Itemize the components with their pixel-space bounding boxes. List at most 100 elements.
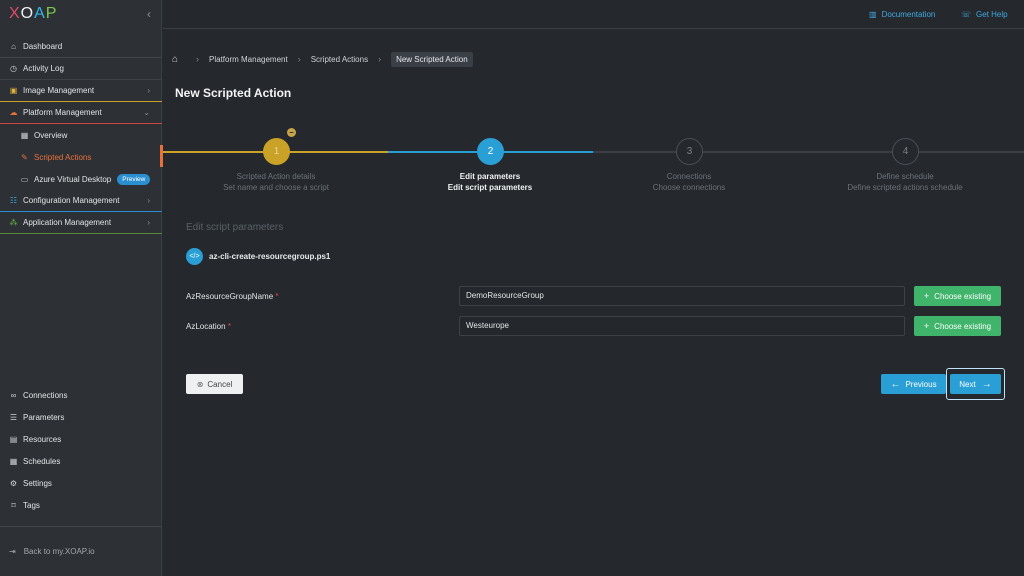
sidebar-item-schedules[interactable]: ▦ Schedules	[0, 450, 162, 472]
sidebar-item-connections[interactable]: ∞ Connections	[0, 384, 162, 406]
previous-button[interactable]: ← Previous	[881, 374, 946, 394]
sidebar-item-label: Overview	[34, 130, 68, 140]
step-number: 1	[273, 146, 280, 157]
sidebar-item-label: Scripted Actions	[34, 152, 92, 162]
stepper: 1 − Scripted Action details Set name and…	[163, 127, 1024, 200]
clock-icon: ◷	[10, 64, 17, 73]
sidebar-item-label: Platform Management	[23, 108, 102, 117]
sidebar-item-application-management[interactable]: ⁂ Application Management ›	[0, 212, 162, 234]
cancel-button[interactable]: ⊗ Cancel	[186, 374, 243, 394]
home-icon: ⌂	[11, 42, 16, 51]
step-title: Edit parameters	[459, 172, 521, 181]
get-help-link[interactable]: ☏ Get Help	[961, 10, 1008, 19]
sidebar-item-configuration-management[interactable]: ☷ Configuration Management ›	[0, 190, 162, 212]
step-1-circle[interactable]: 1	[263, 138, 290, 165]
back-label: Back to my.XOAP.io	[23, 547, 95, 556]
logo-letter: O	[20, 5, 35, 22]
sidebar-item-label: Application Management	[23, 218, 112, 227]
required-marker: *	[227, 322, 231, 331]
sidebar-item-image-management[interactable]: ▣ Image Management ›	[0, 80, 162, 102]
chevron-down-icon: ⌄	[143, 108, 150, 117]
back-to-myxoap-link[interactable]: ⇥ Back to my.XOAP.io	[0, 526, 162, 576]
documentation-label: Documentation	[881, 10, 936, 19]
logo-letter: A	[34, 5, 46, 22]
choose-existing-button[interactable]: + Choose existing	[914, 316, 1001, 336]
documentation-link[interactable]: ▥ Documentation	[869, 10, 935, 19]
field-label-resource-group: AzResourceGroupName *	[186, 292, 279, 301]
field-label-location: AzLocation *	[186, 322, 231, 331]
sidebar-item-overview[interactable]: ▦ Overview	[0, 124, 162, 146]
button-label: Next	[959, 379, 976, 389]
list-icon: ☰	[9, 412, 18, 422]
close-circle-icon: ⊗	[196, 379, 204, 389]
field-label-text: AzLocation	[186, 322, 226, 331]
step-2-circle[interactable]: 2	[477, 138, 504, 165]
sidebar-nav-top: ⌂ Dashboard ◷ Activity Log ▣ Image Manag…	[0, 36, 162, 234]
breadcrumb-current: New Scripted Action	[391, 51, 473, 67]
sidebar-item-dashboard[interactable]: ⌂ Dashboard	[0, 36, 162, 58]
step-subtitle: Define scripted actions schedule	[847, 183, 963, 192]
grid-icon: ▦	[20, 130, 29, 140]
collapse-sidebar-icon[interactable]: ‹	[147, 7, 151, 21]
step-number: 2	[487, 146, 494, 157]
top-bar: ▥ Documentation ☏ Get Help	[163, 0, 1024, 29]
page-title: New Scripted Action	[175, 86, 292, 100]
step-4-label: Define schedule Define scripted actions …	[815, 171, 995, 193]
sidebar-item-tags[interactable]: ⌑ Tags	[0, 494, 162, 516]
step-title: Connections	[666, 172, 712, 181]
sidebar-item-parameters[interactable]: ☰ Parameters	[0, 406, 162, 428]
arrow-left-icon: ←	[890, 378, 901, 390]
breadcrumb-item[interactable]: Scripted Actions	[311, 55, 368, 64]
sidebar-item-settings[interactable]: ⚙ Settings	[0, 472, 162, 494]
sidebar-item-label: Connections	[23, 390, 68, 400]
xoap-logo[interactable]: XOAP	[9, 5, 57, 23]
sidebar-item-activity-log[interactable]: ◷ Activity Log	[0, 58, 162, 80]
monitor-icon: ▭	[20, 174, 29, 184]
step-3-circle[interactable]: 3	[676, 138, 703, 165]
code-icon: </>	[186, 248, 203, 265]
box-icon: ▤	[9, 434, 18, 444]
cloud-icon: ☁	[9, 108, 18, 117]
chevron-right-icon: ›	[297, 54, 301, 64]
sidebar-item-label: Schedules	[23, 456, 61, 466]
plus-icon: +	[923, 291, 930, 301]
step-subtitle: Choose connections	[652, 183, 726, 192]
sidebar-item-label: Configuration Management	[23, 196, 120, 205]
minus-icon[interactable]: −	[286, 127, 297, 138]
sidebar-item-azure-virtual-desktop[interactable]: ▭ Azure Virtual Desktop Preview	[0, 168, 162, 190]
script-name: az-cli-create-resourcegroup.ps1	[209, 252, 331, 261]
sidebar-nav-bottom: ∞ Connections ☰ Parameters ▤ Resources ▦…	[0, 384, 162, 516]
logo-letter: P	[45, 5, 58, 22]
breadcrumb-item[interactable]: Platform Management	[209, 55, 288, 64]
sidebar-item-label: Image Management	[23, 86, 95, 95]
sidebar-item-label: Resources	[23, 434, 62, 444]
button-label: Choose existing	[934, 291, 992, 301]
sidebar-item-label: Parameters	[23, 412, 65, 422]
sidebar-item-label: Settings	[23, 478, 52, 488]
sidebar-item-resources[interactable]: ▤ Resources	[0, 428, 162, 450]
next-button[interactable]: Next →	[950, 374, 1001, 394]
resource-group-input[interactable]: DemoResourceGroup	[459, 286, 905, 306]
sidebar-item-scripted-actions[interactable]: ✎ Scripted Actions	[0, 146, 162, 168]
step-title: Define schedule	[876, 172, 934, 181]
link-icon: ∞	[10, 390, 17, 400]
breadcrumb: ⌂ › Platform Management › Scripted Actio…	[172, 51, 473, 67]
location-input[interactable]: Westeurope	[459, 316, 905, 336]
button-label: Previous	[905, 379, 937, 389]
progress-line-pending	[593, 151, 1024, 153]
sidebar-item-label: Activity Log	[23, 64, 64, 73]
step-4-circle[interactable]: 4	[892, 138, 919, 165]
sidebar-item-label: Azure Virtual Desktop	[34, 174, 112, 184]
logo-row: XOAP ‹	[0, 0, 161, 28]
choose-existing-button[interactable]: + Choose existing	[914, 286, 1001, 306]
sidebar-item-platform-management[interactable]: ☁ Platform Management ⌄	[0, 102, 162, 124]
get-help-label: Get Help	[976, 10, 1008, 19]
step-1-label: Scripted Action details Set name and cho…	[186, 171, 366, 193]
home-icon[interactable]: ⌂	[172, 54, 186, 65]
preview-badge: Preview	[117, 173, 151, 185]
apps-icon: ⁂	[9, 218, 18, 227]
sidebar-item-label: Tags	[23, 500, 40, 510]
sliders-icon: ☷	[9, 196, 18, 205]
chevron-right-icon: ›	[147, 196, 150, 205]
step-number: 3	[686, 146, 693, 157]
